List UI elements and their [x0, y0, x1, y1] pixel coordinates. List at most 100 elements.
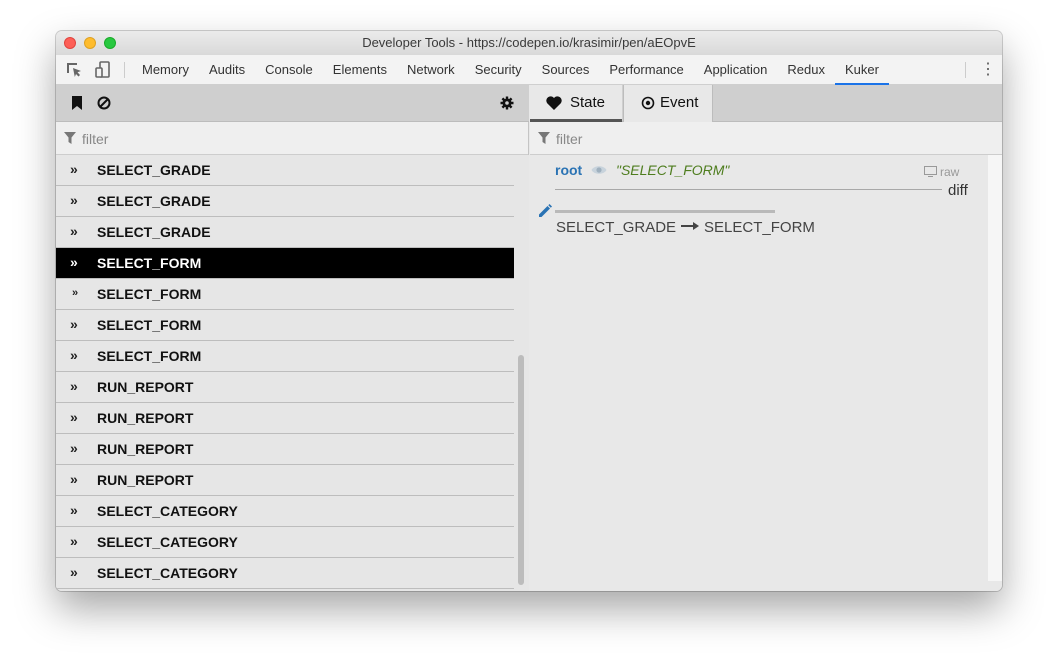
clear-icon[interactable] — [97, 96, 111, 110]
tab-redux[interactable]: Redux — [777, 55, 835, 85]
event-list-panel: » SELECT_GRADE » SELECT_GRADE » SELECT_GRADE »… — [56, 85, 529, 591]
tab-performance[interactable]: Performance — [599, 55, 693, 85]
root-value: "SELECT_FORM" — [616, 162, 730, 178]
event-label: SELECT_GRADE — [97, 193, 211, 209]
tab-state-label: State — [570, 94, 606, 111]
state-filter-input[interactable] — [556, 129, 856, 149]
more-options-icon[interactable]: ⋮ — [980, 62, 996, 78]
chevron-double-right-icon: » — [70, 440, 78, 456]
heart-icon — [546, 96, 562, 110]
title-bar: Developer Tools - https://codepen.io/kra… — [56, 31, 1002, 55]
window-title: Developer Tools - https://codepen.io/kra… — [362, 35, 696, 50]
raw-label: raw — [940, 165, 960, 179]
toolbar-separator — [965, 62, 966, 78]
devtools-window: Developer Tools - https://codepen.io/kra… — [56, 31, 1002, 591]
detail-panel: State Event root "SELECT_FORM" — [530, 85, 1002, 591]
event-list-item[interactable]: » RUN_REPORT — [56, 465, 514, 496]
event-label: SELECT_CATEGORY — [97, 565, 238, 581]
window-controls — [64, 37, 116, 49]
tab-event[interactable]: Event — [623, 85, 713, 122]
toolbar-separator — [124, 62, 125, 78]
chevron-double-right-icon: » — [70, 161, 78, 177]
tab-sources[interactable]: Sources — [532, 55, 600, 85]
event-filter — [56, 122, 528, 155]
diff-divider — [555, 210, 775, 213]
event-list-item[interactable]: » SELECT_GRADE — [56, 186, 514, 217]
event-list-item[interactable]: » SELECT_GRADE — [56, 217, 514, 248]
event-label: SELECT_FORM — [97, 317, 202, 333]
monitor-icon — [924, 166, 937, 177]
devtools-tabs: Memory Audits Console Elements Network Securi… — [132, 55, 889, 85]
event-list-item[interactable]: » RUN_REPORT — [56, 434, 514, 465]
maximize-window-button[interactable] — [104, 37, 116, 49]
detail-scrollbar[interactable] — [988, 155, 1002, 581]
event-list-item[interactable]: » SELECT_FORM — [56, 341, 514, 372]
event-label: SELECT_GRADE — [97, 224, 211, 240]
event-list-scroll-thumb[interactable] — [518, 355, 524, 585]
event-list-item[interactable]: » SELECT_CATEGORY — [56, 558, 514, 589]
event-label: RUN_REPORT — [97, 472, 194, 488]
event-label: SELECT_FORM — [97, 286, 202, 302]
event-label: SELECT_GRADE — [97, 162, 211, 178]
event-label: SELECT_CATEGORY — [97, 534, 238, 550]
event-label: SELECT_FORM — [97, 255, 202, 271]
event-list: » SELECT_GRADE » SELECT_GRADE » SELECT_GRADE »… — [56, 155, 514, 591]
arrow-right-icon — [681, 222, 700, 230]
tab-security[interactable]: Security — [465, 55, 532, 85]
event-filter-input[interactable] — [82, 129, 382, 149]
close-window-button[interactable] — [64, 37, 76, 49]
divider — [555, 189, 942, 190]
tab-audits[interactable]: Audits — [199, 55, 255, 85]
tab-state[interactable]: State — [530, 85, 622, 122]
chevron-double-right-icon: » — [70, 533, 78, 549]
chevron-double-right-icon: » — [70, 471, 78, 487]
diff-label: diff — [948, 182, 968, 199]
event-list-item[interactable]: » SELECT_CATEGORY — [56, 496, 514, 527]
event-list-item[interactable]: » RUN_REPORT — [56, 403, 514, 434]
chevron-double-right-icon: » — [70, 254, 78, 270]
settings-gear-icon[interactable] — [500, 96, 514, 110]
filter-icon — [64, 132, 76, 144]
chevron-double-right-icon: » — [70, 502, 78, 518]
event-list-item[interactable]: » SELECT_GRADE — [56, 155, 514, 186]
tab-kuker[interactable]: Kuker — [834, 55, 889, 85]
raw-toggle[interactable]: raw — [924, 165, 959, 179]
event-list-item[interactable]: » RUN_REPORT — [56, 372, 514, 403]
detail-tabs: State Event — [530, 85, 1002, 122]
chevron-double-right-icon: » — [72, 287, 79, 299]
state-filter — [530, 122, 1002, 155]
chevron-double-right-icon: » — [70, 564, 78, 580]
bookmark-icon[interactable] — [70, 96, 84, 110]
event-label: RUN_REPORT — [97, 410, 194, 426]
tab-elements[interactable]: Elements — [323, 55, 397, 85]
event-list-toolbar — [56, 85, 529, 122]
chevron-double-right-icon: » — [70, 409, 78, 425]
target-icon — [641, 96, 655, 110]
event-list-item[interactable]: » SELECT_FORM — [56, 248, 514, 279]
event-label: SELECT_FORM — [97, 348, 202, 364]
chevron-double-right-icon: » — [70, 378, 78, 394]
inspect-element-icon[interactable] — [64, 60, 84, 80]
chevron-double-right-icon: » — [70, 223, 78, 239]
transition-from: SELECT_GRADE — [556, 219, 677, 236]
event-list-item[interactable]: » SELECT_FORM — [56, 279, 514, 310]
devtools-tab-bar: Memory Audits Console Elements Network Securi… — [56, 55, 1002, 85]
tab-console[interactable]: Console — [255, 55, 323, 85]
state-transition: SELECT_GRADE SELECT_FORM — [556, 219, 815, 236]
device-toolbar-icon[interactable] — [94, 60, 114, 80]
chevron-double-right-icon: » — [70, 347, 78, 363]
minimize-window-button[interactable] — [84, 37, 96, 49]
event-label: SELECT_CATEGORY — [97, 503, 238, 519]
state-view: root "SELECT_FORM" raw diff SELECT_GRADE… — [530, 155, 1002, 591]
tab-event-label: Event — [660, 94, 699, 111]
tab-network[interactable]: Network — [397, 55, 465, 85]
eye-icon[interactable] — [591, 164, 607, 176]
root-label[interactable]: root — [555, 162, 582, 178]
pencil-icon — [539, 204, 552, 217]
tab-application[interactable]: Application — [694, 55, 778, 85]
tab-memory[interactable]: Memory — [132, 55, 199, 85]
event-label: RUN_REPORT — [97, 379, 194, 395]
chevron-double-right-icon: » — [70, 316, 78, 332]
event-list-item[interactable]: » SELECT_CATEGORY — [56, 527, 514, 558]
event-list-item[interactable]: » SELECT_FORM — [56, 310, 514, 341]
